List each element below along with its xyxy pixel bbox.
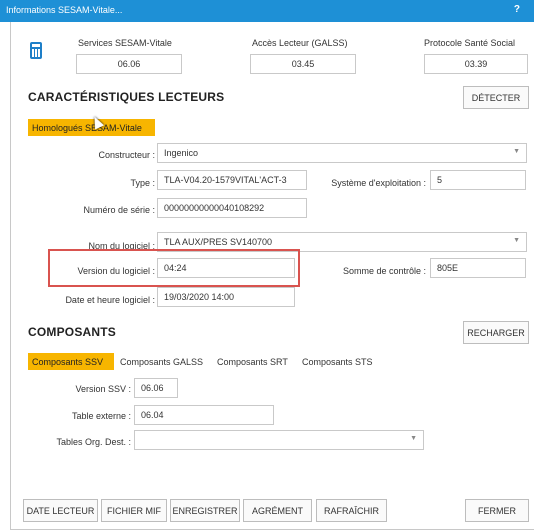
chevron-down-icon: ▼: [513, 237, 520, 244]
version-label: Version du logiciel :: [77, 266, 155, 276]
protocole-label: Protocole Santé Social: [424, 38, 516, 48]
help-button[interactable]: ?: [514, 4, 520, 15]
somme-field: 805E: [430, 258, 526, 278]
lecteurs-heading: CARACTÉRISTIQUES LECTEURS: [28, 90, 225, 104]
composants-heading: COMPOSANTS: [28, 325, 117, 339]
lecteur-label: Accès Lecteur (GALSS): [252, 38, 348, 48]
table-externe-field: 06.04: [134, 405, 274, 425]
reload-button[interactable]: RECHARGER: [463, 321, 529, 344]
serie-field: 00000000000040108292: [157, 198, 307, 218]
constructeur-value: Ingenico: [164, 148, 199, 158]
fichier-mif-button[interactable]: FICHIER MIF: [101, 499, 167, 522]
rafraichir-button[interactable]: RAFRAÎCHIR: [316, 499, 387, 522]
services-label: Services SESAM-Vitale: [78, 38, 172, 48]
date-lecteur-button[interactable]: DATE LECTEUR: [23, 499, 98, 522]
tables-org-label: Tables Org. Dest. :: [56, 437, 131, 447]
agrement-button[interactable]: AGRÉMENT: [243, 499, 312, 522]
systeme-label: Système d'exploitation :: [331, 178, 426, 188]
protocole-version-field: 03.39: [424, 54, 528, 74]
table-externe-label: Table externe :: [71, 411, 131, 421]
constructeur-label: Constructeur :: [98, 150, 155, 160]
serie-label: Numéro de série :: [83, 205, 155, 215]
constructeur-select[interactable]: Ingenico ▼: [157, 143, 527, 163]
somme-label: Somme de contrôle :: [342, 266, 426, 276]
type-label: Type :: [130, 178, 155, 188]
tables-org-select[interactable]: ▼: [134, 430, 424, 450]
version-ssv-label: Version SSV :: [75, 384, 131, 394]
chevron-down-icon: ▼: [410, 435, 417, 442]
services-version-field: 06.06: [76, 54, 182, 74]
version-field: 04:24: [157, 258, 295, 278]
systeme-field: 5: [430, 170, 526, 190]
tab-composants-ssv[interactable]: Composants SSV: [28, 353, 114, 370]
close-button[interactable]: FERMER: [465, 499, 529, 522]
version-ssv-field: 06.06: [134, 378, 178, 398]
enregistrer-button[interactable]: ENREGISTRER: [170, 499, 240, 522]
window-title: Informations SESAM-Vitale...: [6, 5, 123, 15]
detect-button[interactable]: DÉTECTER: [463, 86, 529, 109]
logiciel-value: TLA AUX/PRES SV140700: [164, 237, 273, 247]
date-field: 19/03/2020 14:00: [157, 287, 295, 307]
lecteur-version-field: 03.45: [250, 54, 356, 74]
type-field: TLA-V04.20-1579VITAL'ACT-3: [157, 170, 307, 190]
date-label: Date et heure logiciel :: [65, 295, 155, 305]
tab-composants-srt[interactable]: Composants SRT: [217, 357, 288, 367]
calculator-icon: [30, 42, 42, 59]
tab-composants-galss[interactable]: Composants GALSS: [120, 357, 203, 367]
title-bar: Informations SESAM-Vitale... ?: [0, 0, 534, 22]
chevron-down-icon: ▼: [513, 148, 520, 155]
tab-composants-sts[interactable]: Composants STS: [302, 357, 373, 367]
